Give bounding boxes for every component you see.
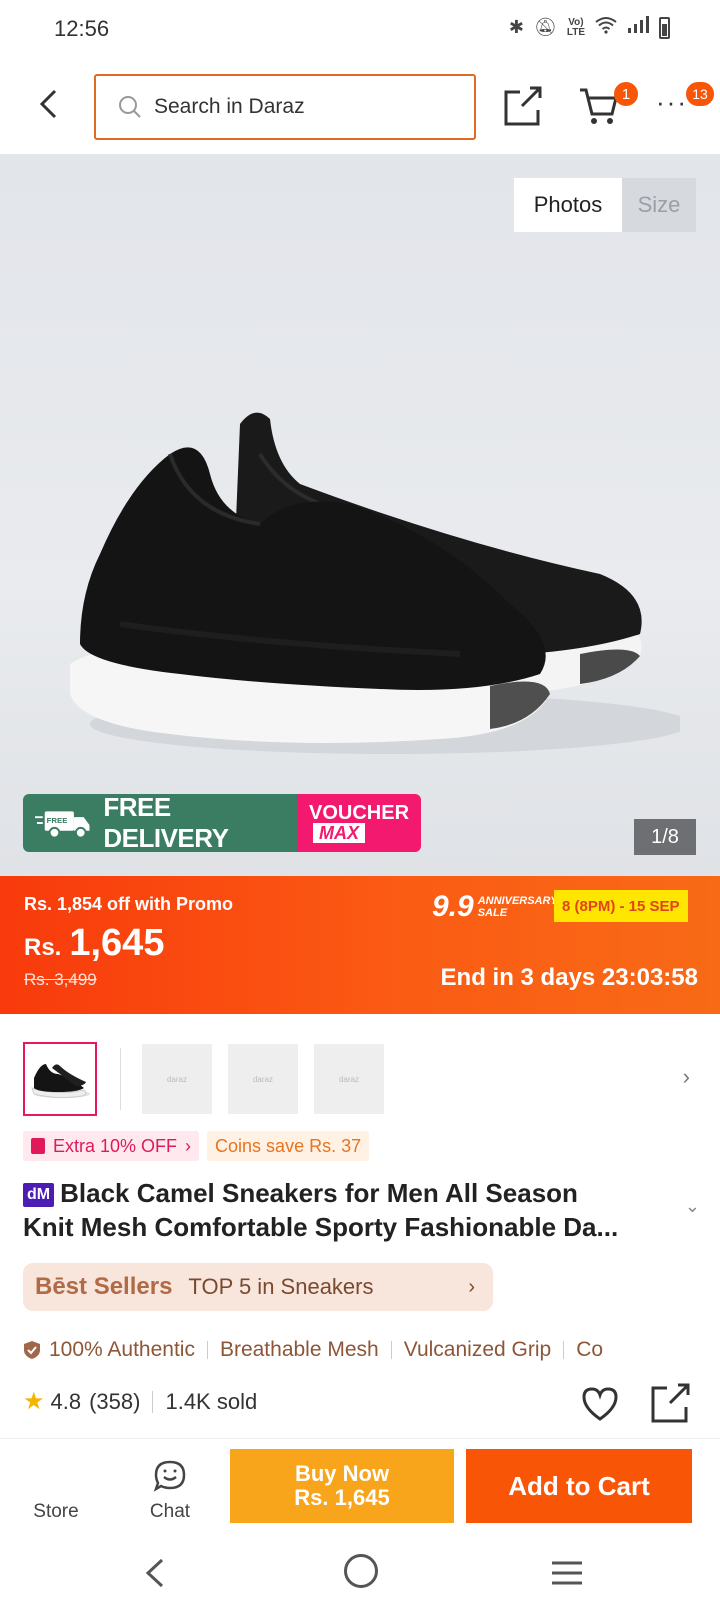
- current-price: Rs. 1,645: [24, 922, 164, 965]
- highlight-divider: [206, 1341, 208, 1359]
- status-time: 12:56: [54, 16, 110, 41]
- promo-discount: Rs. 1,854 off with Promo: [24, 894, 234, 914]
- dm-badge: dM: [23, 1183, 55, 1208]
- gallery-toggle: Photos Size: [514, 178, 696, 232]
- voucher-label: VOUCHER: [309, 802, 410, 824]
- tab-size[interactable]: Size: [622, 178, 696, 232]
- share-icon[interactable]: [650, 1382, 690, 1424]
- heart-icon[interactable]: [580, 1384, 620, 1424]
- sale-badge: 9.9 ANNIVERSARY SALE: [432, 890, 562, 924]
- free-badge-label: FREE: [47, 816, 68, 825]
- status-icons: ✱ 🔕︎ Vo) LTE: [509, 16, 670, 39]
- highlight-item: 100% Authentic: [49, 1338, 195, 1361]
- chevron-right-icon: ›: [468, 1275, 475, 1298]
- search-placeholder: Search in Daraz: [154, 95, 305, 118]
- thumbnail-divider: [120, 1048, 121, 1110]
- status-bar: 12:56 ✱ 🔕︎ Vo) LTE: [0, 0, 720, 58]
- product-highlights: 100% Authentic Breathable Mesh Vulcanize…: [23, 1333, 720, 1367]
- countdown-timer: End in 3 days 23:03:58: [440, 964, 698, 991]
- add-to-cart-button[interactable]: Add to Cart: [466, 1449, 692, 1523]
- shield-icon: [24, 1341, 40, 1359]
- product-title: dM Black Camel Sneakers for Men All Seaso…: [23, 1176, 673, 1244]
- thumbnail-active[interactable]: [23, 1042, 97, 1116]
- battery-icon: [659, 16, 670, 39]
- sale-dates: 8 (8PM) - 15 SEP: [554, 890, 688, 922]
- tab-photos[interactable]: Photos: [514, 178, 622, 232]
- best-sellers-banner[interactable]: Bēst Sellers TOP 5 in Sneakers ›: [23, 1263, 493, 1311]
- price-value: 1,645: [69, 922, 165, 964]
- voucher-max-label: MAX: [313, 823, 365, 843]
- back-button[interactable]: [30, 86, 66, 122]
- chevron-down-icon[interactable]: ⌄: [685, 1196, 700, 1217]
- notification-badge: 13: [686, 82, 714, 106]
- promo-tags: Extra 10% OFF › Coins save Rs. 37: [23, 1131, 370, 1161]
- chat-label: Chat: [149, 1501, 191, 1522]
- nav-home-icon[interactable]: [344, 1554, 378, 1588]
- original-price: Rs. 3,499: [24, 970, 97, 989]
- rating-divider: [152, 1390, 154, 1413]
- highlight-divider: [390, 1341, 392, 1359]
- nav-back-icon[interactable]: [140, 1556, 170, 1590]
- share-icon[interactable]: [504, 86, 542, 126]
- title-line-2: Knit Mesh Comfortable Sporty Fashionable…: [23, 1212, 619, 1242]
- store-button[interactable]: Store: [20, 1439, 92, 1533]
- buy-now-price: Rs. 1,645: [294, 1485, 390, 1510]
- product-image-shoe: [70, 412, 680, 754]
- header: Search in Daraz 1 ··· 13: [0, 58, 720, 154]
- price-banner: Rs. 1,854 off with Promo Rs. 1,645 Rs. 3…: [0, 876, 720, 1014]
- highlight-item: Co: [576, 1338, 604, 1361]
- delivery-voucher-banner: FREE FREE DELIVERY VOUCHER MAX: [23, 794, 421, 852]
- more-icon[interactable]: ···: [656, 89, 688, 115]
- wifi-icon: [595, 16, 617, 39]
- action-bar: Store Chat Buy Now Rs. 1,645 Add to Cart: [0, 1438, 720, 1532]
- best-sellers-logo: Bēst Sellers: [35, 1273, 173, 1300]
- extra-off-tag[interactable]: Extra 10% OFF ›: [23, 1131, 200, 1161]
- product-gallery[interactable]: Photos Size FREE FREE DELIVERY VOUCHER M…: [0, 154, 720, 876]
- lte-icon: Vo) LTE: [566, 16, 585, 38]
- sold-count: 1.4K sold: [165, 1388, 258, 1414]
- voucher-max-badge: VOUCHER MAX: [297, 794, 421, 852]
- extra-off-label: Extra 10% OFF: [53, 1135, 178, 1156]
- thumbnail[interactable]: daraz: [142, 1044, 212, 1114]
- thumbnail-shoe-image: [31, 1064, 90, 1099]
- chat-button[interactable]: Chat: [134, 1439, 206, 1533]
- store-label: Store: [33, 1501, 79, 1522]
- bluetooth-icon: ✱: [508, 17, 524, 37]
- chevron-right-icon[interactable]: ›: [683, 1064, 690, 1090]
- signal-icon: [627, 16, 649, 39]
- search-input[interactable]: Search in Daraz: [94, 74, 476, 140]
- rating-row[interactable]: ★ 4.8 (358) 1.4K sold: [23, 1387, 257, 1416]
- free-delivery-label: FREE DELIVERY: [103, 794, 229, 852]
- chevron-left-icon: [39, 89, 57, 119]
- highlight-item: Vulcanized Grip: [403, 1338, 552, 1361]
- star-icon: ★: [23, 1388, 45, 1415]
- free-delivery-badge: FREE FREE DELIVERY: [23, 794, 297, 852]
- buy-now-label: Buy Now: [294, 1461, 390, 1486]
- highlight-item: Breathable Mesh: [219, 1338, 379, 1361]
- highlight-divider: [563, 1341, 565, 1359]
- price-currency: Rs.: [24, 934, 62, 961]
- search-icon: [119, 96, 141, 118]
- buy-now-button[interactable]: Buy Now Rs. 1,645: [230, 1449, 454, 1523]
- chat-icon: [153, 1460, 186, 1492]
- title-line-1: Black Camel Sneakers for Men All Season: [60, 1178, 578, 1208]
- mute-icon: 🔕︎: [533, 17, 557, 37]
- nav-recents-icon[interactable]: [550, 1560, 584, 1586]
- thumbnail[interactable]: daraz: [228, 1044, 298, 1114]
- rating-count: (358): [89, 1388, 141, 1414]
- voucher-icon: [31, 1138, 45, 1154]
- cart-count-badge: 1: [614, 82, 638, 106]
- system-nav-bar: [0, 1532, 720, 1612]
- coins-tag[interactable]: Coins save Rs. 37: [207, 1131, 370, 1161]
- rating-score: 4.8: [50, 1388, 82, 1414]
- image-counter: 1/8: [634, 819, 696, 855]
- sale-label: ANNIVERSARY SALE: [477, 895, 558, 919]
- chevron-right-icon: ›: [185, 1135, 192, 1156]
- thumbnail-strip: daraz daraz daraz ›: [0, 1030, 720, 1116]
- thumbnail[interactable]: daraz: [314, 1044, 384, 1114]
- truck-icon: FREE: [35, 811, 90, 839]
- best-sellers-rank: TOP 5 in Sneakers: [188, 1274, 374, 1299]
- sale-number: 9.9: [432, 890, 474, 923]
